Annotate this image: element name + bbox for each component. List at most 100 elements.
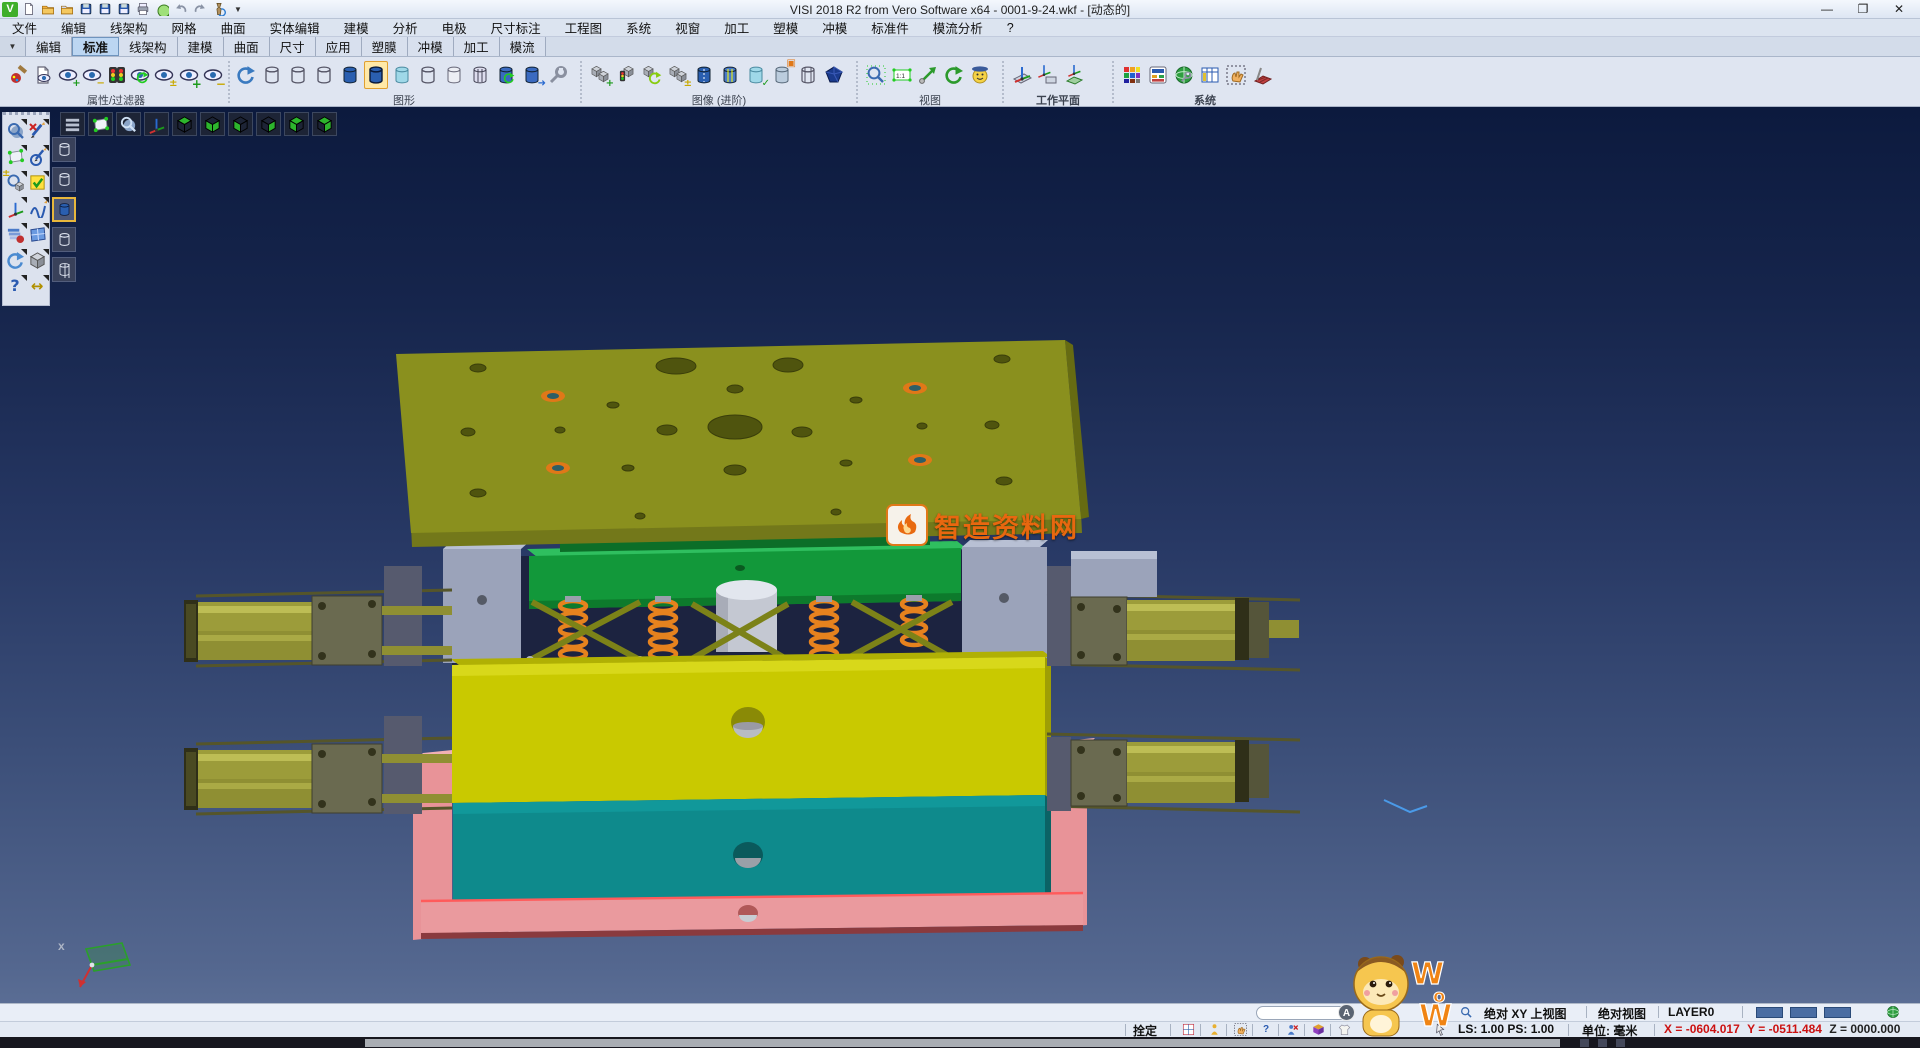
guide-block-right[interactable] — [962, 540, 1048, 661]
view-menu-button[interactable] — [60, 112, 85, 136]
pencil-delete-icon[interactable] — [26, 119, 48, 141]
plane-handles-icon[interactable] — [4, 145, 26, 167]
refresh-icon[interactable] — [4, 249, 26, 271]
guide-block-left[interactable] — [443, 542, 529, 663]
menu-item-dimension[interactable]: 尺寸标注 — [479, 18, 553, 37]
cylinder-style-1-button[interactable] — [52, 137, 76, 162]
tab-mold[interactable]: 塑膜 — [362, 37, 408, 56]
snap-box-icon[interactable] — [1310, 1023, 1326, 1036]
tab-modeling[interactable]: 建模 — [178, 37, 224, 56]
grid-editor-icon[interactable] — [1250, 61, 1274, 89]
cylinder-outline-2-icon[interactable] — [416, 61, 440, 89]
view-cube-left-button[interactable] — [228, 112, 253, 136]
grid-window-icon[interactable] — [26, 223, 48, 245]
tab-surface[interactable]: 曲面 — [224, 37, 270, 56]
snap-grid-icon[interactable] — [1180, 1023, 1196, 1036]
view-cube-right-button[interactable] — [256, 112, 281, 136]
cylinder-style-4-button[interactable] — [52, 227, 76, 252]
menu-item-surface[interactable]: 曲面 — [209, 18, 258, 37]
cylinder-wire-icon[interactable] — [796, 61, 820, 89]
cube-icon[interactable] — [26, 249, 48, 271]
view-cube-iso-button[interactable] — [312, 112, 337, 136]
solids-plus-minus-icon[interactable]: ± — [666, 61, 690, 89]
menu-item-analysis[interactable]: 分析 — [381, 18, 430, 37]
redraw-icon[interactable] — [234, 61, 258, 89]
menu-item-mold[interactable]: 塑模 — [761, 18, 810, 37]
render-settings-icon[interactable] — [546, 61, 570, 89]
visibility-add-icon[interactable]: + — [56, 61, 78, 89]
attribute-brush-icon[interactable] — [8, 61, 30, 89]
globe-status-icon[interactable] — [1886, 1005, 1900, 1022]
tab-dropdown-button[interactable]: ▼ — [0, 37, 26, 56]
tab-dimension[interactable]: 尺寸 — [270, 37, 316, 56]
filter-traffic-light-icon[interactable] — [105, 61, 127, 89]
history-button[interactable] — [211, 2, 227, 17]
attribute-page-eye-icon[interactable] — [32, 61, 54, 89]
snap-help-icon[interactable]: ? — [1258, 1023, 1274, 1036]
maximize-button[interactable]: ❐ — [1852, 2, 1874, 16]
teal-plate[interactable] — [453, 795, 1051, 901]
visibility-plus-minus-icon[interactable]: ± — [153, 61, 175, 89]
cylinder-validate-icon[interactable]: ✓ — [744, 61, 768, 89]
cylinder-wireframe-icon[interactable] — [260, 61, 284, 89]
selection-hand-icon[interactable] — [1224, 61, 1248, 89]
view-plane-button[interactable] — [88, 112, 113, 136]
tab-machining[interactable]: 加工 — [454, 37, 500, 56]
pencil-circle-icon[interactable] — [26, 145, 48, 167]
zoom-plus-minus-icon[interactable]: ± — [4, 171, 26, 193]
print-preview-button[interactable] — [154, 2, 170, 17]
snap-hand-icon[interactable] — [1232, 1023, 1248, 1036]
new-file-button[interactable] — [21, 2, 37, 17]
solids-refresh-icon[interactable] — [640, 61, 664, 89]
menu-item-solid-edit[interactable]: 实体编辑 — [258, 18, 332, 37]
menu-item-drawing[interactable]: 工程图 — [553, 18, 615, 37]
snap-figure-off-icon[interactable] — [1284, 1023, 1300, 1036]
cylinder-style-5-button[interactable] — [52, 257, 76, 282]
cylinder-outline-icon[interactable] — [312, 61, 336, 89]
cylinder-shaded-edges-icon[interactable] — [364, 61, 388, 89]
view-orientation-label[interactable]: 绝对 XY 上视图 — [1484, 1005, 1566, 1022]
taskbar-tray-icon[interactable] — [1616, 1039, 1625, 1047]
side-cylinder-right-lower[interactable] — [1047, 734, 1300, 812]
cylinder-style-selected-button[interactable] — [52, 197, 76, 222]
tab-stamping[interactable]: 冲模 — [408, 37, 454, 56]
taskbar-tray-icon[interactable] — [1598, 1039, 1607, 1047]
layer-color-swatch-3[interactable] — [1824, 1007, 1851, 1018]
print-button[interactable] — [135, 2, 151, 17]
view-cube-top-button[interactable] — [172, 112, 197, 136]
tab-flow[interactable]: 模流 — [500, 37, 546, 56]
tab-wireframe[interactable]: 线架构 — [119, 37, 178, 56]
base-plate-front[interactable] — [421, 893, 1083, 939]
cylinder-snapshot-icon[interactable]: ▣ — [770, 61, 794, 89]
3d-viewport[interactable]: ± ? ↔ 智造资料网 x — [0, 107, 1920, 1003]
minimize-button[interactable]: — — [1816, 2, 1838, 16]
layer-color-swatch-2[interactable] — [1790, 1007, 1817, 1018]
view-zoom-extents-button[interactable] — [116, 112, 141, 136]
view-mode-label[interactable]: 绝对视图 — [1598, 1005, 1646, 1022]
save-all-button[interactable] — [116, 2, 132, 17]
view-cube-bottom-button[interactable] — [200, 112, 225, 136]
layer-color-swatch-1[interactable] — [1756, 1007, 1783, 1018]
workplane-rectangle-icon[interactable] — [1036, 61, 1060, 89]
color-palette-icon[interactable] — [1120, 61, 1144, 89]
menu-item-flow-analysis[interactable]: 模流分析 — [921, 18, 995, 37]
filter-add-icon[interactable]: + — [178, 61, 200, 89]
taskbar-tray-icon[interactable] — [1580, 1039, 1589, 1047]
cylinder-analysis-icon[interactable] — [718, 61, 742, 89]
cylinder-export-icon[interactable]: ➜ — [520, 61, 544, 89]
view-cube-front-button[interactable] — [284, 112, 309, 136]
view-axis-button[interactable] — [144, 112, 169, 136]
visibility-refresh-icon[interactable] — [129, 61, 151, 89]
side-cylinder-left-upper[interactable] — [184, 566, 452, 666]
tab-application[interactable]: 应用 — [316, 37, 362, 56]
menu-item-standard-parts[interactable]: 标准件 — [859, 18, 921, 37]
menu-item-mesh[interactable]: 网格 — [160, 18, 209, 37]
desktop-mascot[interactable]: W o W — [1335, 950, 1465, 1041]
snap-figure-icon[interactable] — [1206, 1023, 1222, 1036]
side-cylinder-left-lower[interactable] — [184, 716, 452, 814]
cylinder-transparent-icon[interactable] — [390, 61, 414, 89]
filter-remove-icon[interactable]: − — [202, 61, 224, 89]
redo-button[interactable] — [192, 2, 208, 17]
active-layer-label[interactable]: LAYER0 — [1668, 1005, 1714, 1019]
system-settings-icon[interactable] — [1146, 61, 1170, 89]
